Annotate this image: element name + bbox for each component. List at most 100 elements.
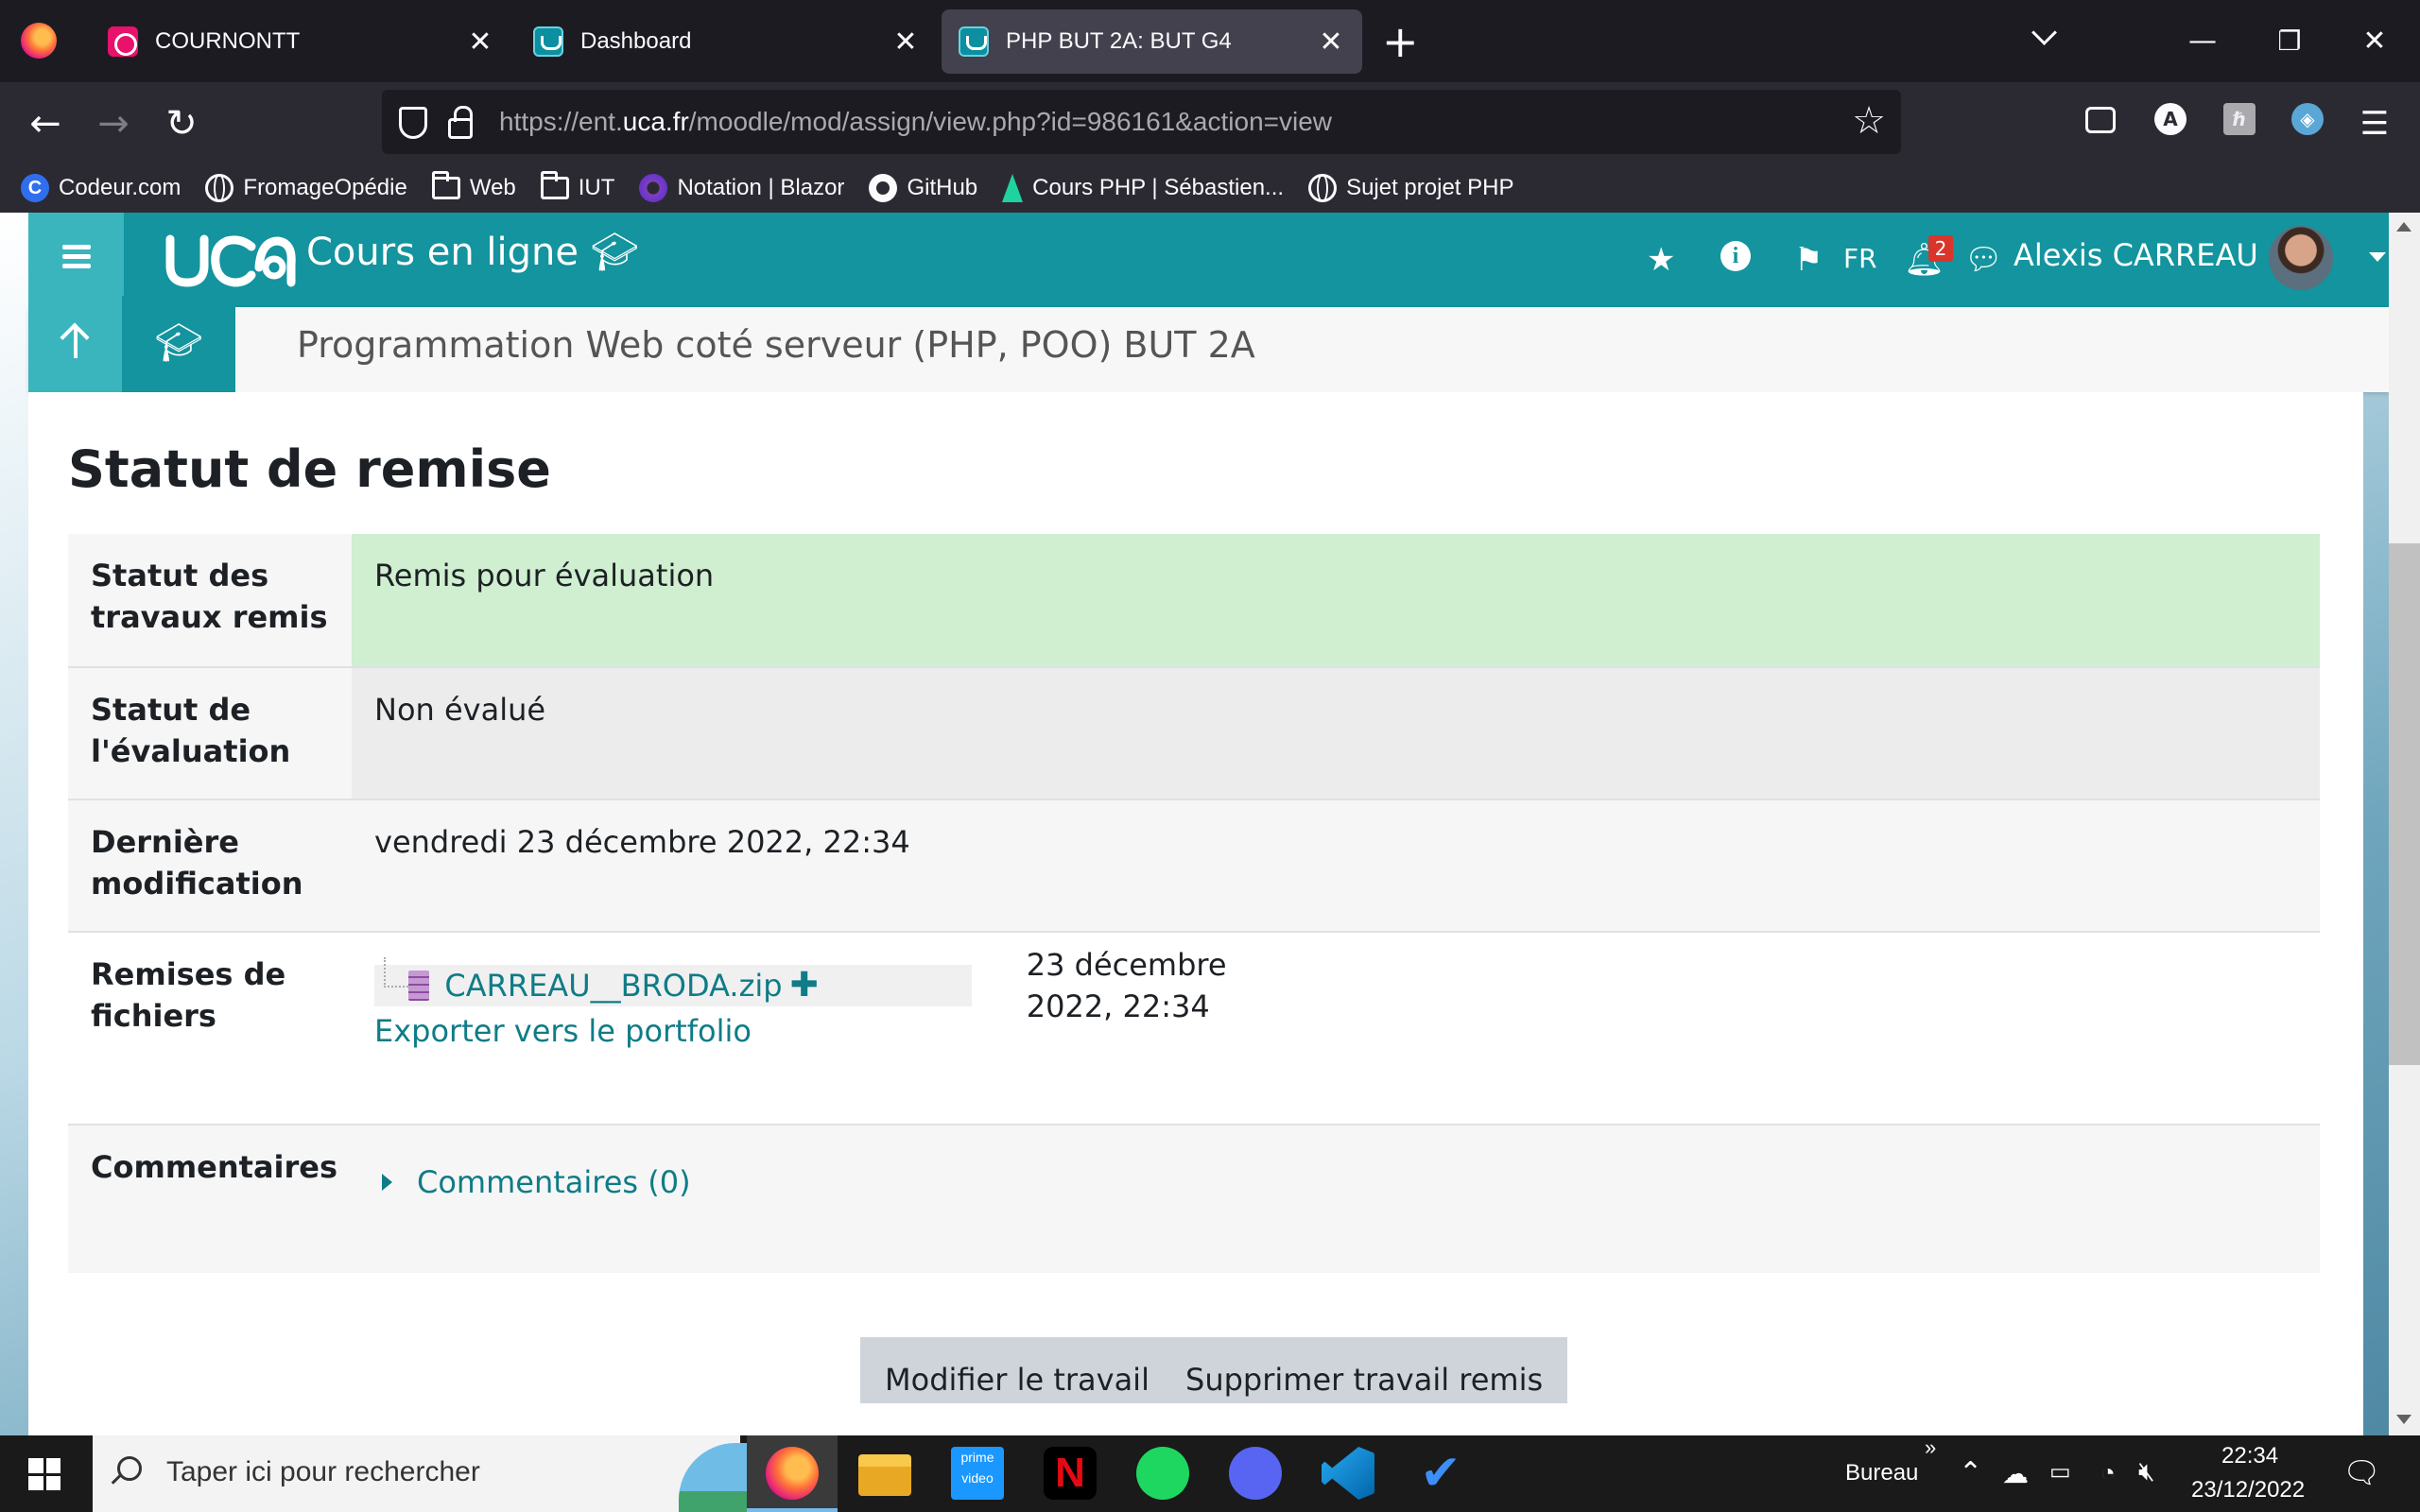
back-arrow-icon[interactable]: ← [19, 97, 72, 150]
close-tab-icon[interactable]: ✕ [891, 26, 920, 59]
bookmark-star-icon[interactable]: ☆ [1852, 99, 1886, 143]
bookmark-folder-web[interactable]: Web [431, 171, 516, 201]
user-name[interactable]: Alexis CARREAU [2014, 237, 2258, 273]
list-all-tabs-chevron-icon[interactable] [2029, 21, 2061, 53]
user-avatar[interactable] [2269, 226, 2333, 290]
row-label: Dernière modification [91, 824, 303, 902]
bookmark-sujet-projet-php[interactable]: Sujet projet PHP [1308, 174, 1513, 202]
new-tab-plus-icon[interactable]: + [1382, 17, 1419, 66]
account-avatar-icon[interactable]: A [2154, 103, 2187, 135]
wifi-icon[interactable]: ◔ [2100, 1458, 2116, 1487]
desktop-toolbar-label[interactable]: Bureau [1845, 1460, 1918, 1486]
spotify-taskbar-icon[interactable] [1136, 1447, 1189, 1500]
close-window-icon[interactable]: ✕ [2346, 15, 2403, 68]
table-row: Commentaires Commentaires (0) [68, 1124, 2320, 1273]
language-flag-icon[interactable]: ⚑ [1794, 241, 1823, 279]
cours-icon [1002, 174, 1024, 202]
forward-arrow-icon[interactable]: → [87, 97, 140, 150]
speaker-muted-icon[interactable]: 🔇︎ [2138, 1456, 2155, 1487]
comments-toggle[interactable]: Commentaires (0) [374, 1161, 2297, 1203]
vscode-taskbar-icon[interactable] [1322, 1447, 1374, 1500]
windows-start-icon[interactable] [28, 1458, 60, 1490]
pocket-icon[interactable] [2085, 107, 2116, 133]
file-explorer-taskbar-icon[interactable] [858, 1454, 911, 1496]
toolbar-overflow-chevron-icon[interactable]: » [1925, 1435, 1936, 1460]
firefox-taskbar-icon[interactable] [766, 1447, 819, 1500]
clock-time[interactable]: 22:34 [2221, 1443, 2278, 1469]
close-tab-icon[interactable]: ✕ [1317, 26, 1345, 59]
comments-link[interactable]: Commentaires (0) [417, 1161, 691, 1203]
language-selector[interactable]: FR [1843, 243, 1877, 274]
favourite-star-icon[interactable]: ★ [1647, 241, 1675, 279]
export-to-portfolio-link[interactable]: Exporter vers le portfolio [374, 1010, 2297, 1052]
netflix-taskbar-icon[interactable]: N [1044, 1447, 1097, 1500]
prime-video-taskbar-icon[interactable]: prime video [951, 1447, 1004, 1500]
scrollbar-thumb[interactable] [2389, 543, 2420, 1065]
info-icon[interactable]: i [1720, 241, 1751, 271]
course-home-cap-icon[interactable]: 🎓︎ [122, 296, 235, 392]
comments-value: Commentaires (0) [352, 1125, 2320, 1273]
file-download-link[interactable]: CARREAU__BRODA.zip [444, 965, 782, 1006]
tab-cournontt[interactable]: COURNONTT ✕ [91, 9, 511, 74]
messages-chat-icon[interactable]: 💬︎ [1964, 241, 2003, 277]
drawer-toggle-button[interactable] [28, 213, 124, 297]
go-to-top-arrow-icon[interactable] [28, 296, 122, 392]
reload-icon[interactable]: ↻ [155, 97, 208, 150]
restore-window-icon[interactable]: ❐ [2261, 15, 2318, 68]
close-tab-icon[interactable]: ✕ [466, 26, 494, 59]
tab-favicon-icon [959, 26, 989, 57]
url-prefix: https://ent. [499, 107, 623, 136]
table-row: Remises de fichiers CARREAU__BRODA.zip ✚… [68, 931, 2320, 1124]
bookmark-cours-php[interactable]: Cours PHP | Sébastien... [1002, 174, 1284, 202]
file-entry: CARREAU__BRODA.zip ✚ 23 décembre 2022, 2… [374, 947, 1320, 1024]
course-title[interactable]: Programmation Web coté serveur (PHP, POO… [297, 324, 1255, 366]
address-bar[interactable]: https://ent.uca.fr/moodle/mod/assign/vie… [382, 90, 1901, 154]
site-name[interactable]: Cours en ligne 🎓︎ [306, 230, 639, 274]
discord-taskbar-icon[interactable] [1229, 1447, 1282, 1500]
tab-strip: COURNONTT ✕ Dashboard ✕ PHP BUT 2A: BUT … [0, 0, 2420, 82]
bookmark-fromageopedie[interactable]: FromageOpédie [205, 174, 407, 202]
firefox-menu-icon[interactable] [21, 23, 57, 59]
edit-submission-button[interactable]: Modifier le travail [860, 1337, 1174, 1403]
padlock-icon[interactable] [448, 106, 473, 139]
notification-center-icon[interactable]: 🗨︎ [2342, 1454, 2381, 1490]
bookmark-codeur[interactable]: C Codeur.com [21, 174, 181, 202]
moodle-navbar: Cours en ligne 🎓︎ ★ i ⚑ FR 🔔︎ 2 💬︎ Alexi… [28, 213, 2389, 307]
uca-logo[interactable] [164, 230, 297, 288]
scroll-down-arrow-icon[interactable] [2396, 1415, 2411, 1424]
table-row: Dernière modification vendredi 23 décemb… [68, 799, 2320, 931]
user-menu-caret-icon[interactable] [2369, 252, 2386, 262]
todo-taskbar-icon[interactable]: ✔ [1414, 1447, 1467, 1500]
taskbar-search-box[interactable]: Taper ici pour rechercher [93, 1435, 835, 1512]
row-label: Statut des travaux remis [91, 558, 328, 635]
tab-favicon-icon [108, 26, 138, 57]
url-text[interactable]: https://ent.uca.fr/moodle/mod/assign/vie… [499, 107, 1332, 137]
show-hidden-icons-chevron-icon[interactable]: ⌃ [1959, 1456, 1982, 1489]
tab-php-but-2a[interactable]: PHP BUT 2A: BUT G4 ✕ [942, 9, 1362, 74]
bookmark-notation-blazor[interactable]: Notation | Blazor [639, 174, 844, 202]
graduation-cap-icon: 🎓︎ [590, 231, 639, 274]
page-scrollbar[interactable] [2389, 213, 2420, 1435]
battery-icon[interactable]: ▭ [2049, 1458, 2071, 1486]
bookmark-github[interactable]: GitHub [869, 174, 977, 202]
bookmarks-toolbar: C Codeur.com FromageOpédie Web IUT Notati… [0, 163, 2420, 213]
extension-sync-icon[interactable]: ◈ [2291, 103, 2324, 135]
extension-icon[interactable]: ℏ [2223, 103, 2256, 135]
minimize-window-icon[interactable]: — [2174, 15, 2231, 68]
bookmark-label: GitHub [907, 175, 978, 200]
tab-dashboard[interactable]: Dashboard ✕ [516, 9, 937, 74]
expand-plus-icon[interactable]: ✚ [790, 965, 819, 1006]
remove-submission-button[interactable]: Supprimer travail remis [1161, 1337, 1568, 1403]
windows-taskbar: Taper ici pour rechercher prime video N ✔… [0, 1435, 2420, 1512]
tracking-protection-shield-icon[interactable] [399, 107, 427, 139]
clock-date[interactable]: 23/12/2022 [2191, 1477, 2305, 1503]
scroll-up-arrow-icon[interactable] [2396, 222, 2411, 232]
folder-icon [431, 171, 460, 199]
onedrive-cloud-warning-icon[interactable]: ☁ [2002, 1458, 2029, 1489]
folder-icon [540, 171, 569, 199]
url-host: uca.fr [622, 107, 689, 136]
bookmark-folder-iut[interactable]: IUT [540, 171, 614, 201]
tab-title: COURNONTT [155, 28, 301, 54]
tab-title: Dashboard [580, 28, 692, 54]
hamburger-menu-icon[interactable]: ☰ [2348, 97, 2401, 150]
